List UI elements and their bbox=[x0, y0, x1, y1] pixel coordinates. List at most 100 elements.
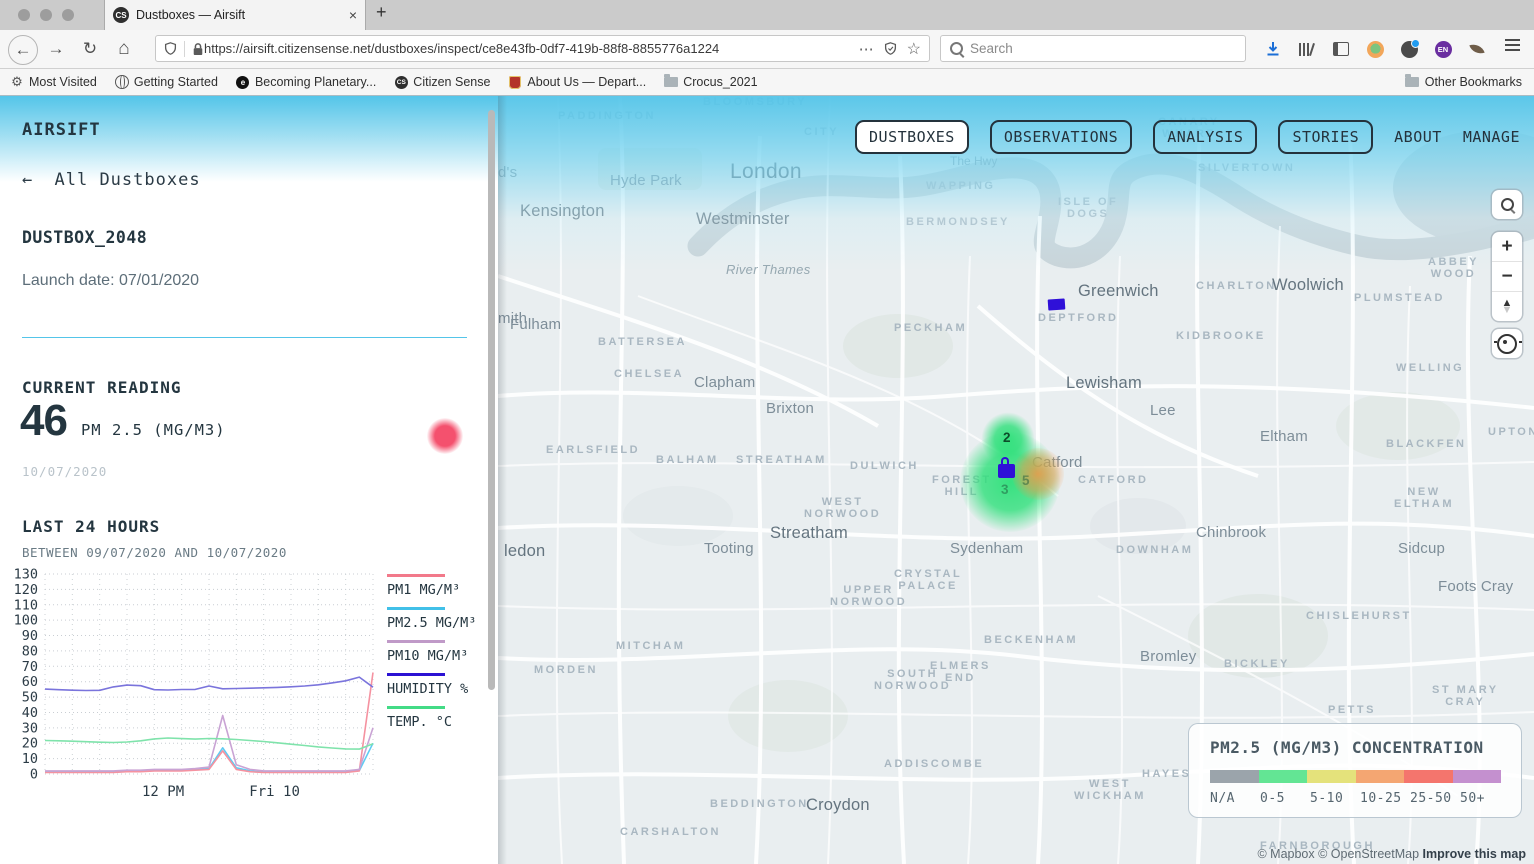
map-label: BECKENHAM bbox=[984, 634, 1078, 646]
current-reading-heading: CURRENT READING bbox=[22, 378, 182, 397]
account-icon[interactable] bbox=[1400, 40, 1418, 58]
bookmark-item[interactable]: Getting Started bbox=[115, 75, 218, 89]
tracking-protection-shield-icon[interactable] bbox=[164, 41, 177, 56]
current-reading-value: 46 bbox=[20, 396, 67, 446]
window-minimize-button[interactable] bbox=[40, 9, 52, 21]
map-label: CITY bbox=[804, 126, 839, 138]
cluster-count[interactable]: 2 bbox=[1003, 430, 1011, 445]
map-label: Clapham bbox=[694, 374, 755, 391]
sidebars-icon[interactable] bbox=[1332, 40, 1350, 58]
more-options-icon[interactable]: ⋯ bbox=[859, 40, 874, 58]
nav-tab-analysis[interactable]: ANALYSIS bbox=[1153, 120, 1257, 154]
map-label: Brixton bbox=[766, 400, 814, 417]
library-icon[interactable] bbox=[1298, 40, 1316, 58]
bookmark-star-icon[interactable]: ☆ bbox=[907, 39, 921, 59]
map-label: CHISLEHURST bbox=[1306, 610, 1412, 622]
map-search-button[interactable] bbox=[1492, 190, 1522, 219]
geolocate-button[interactable] bbox=[1492, 329, 1522, 358]
zoom-out-button[interactable]: − bbox=[1492, 261, 1522, 291]
nav-tab-manage[interactable]: MANAGE bbox=[1463, 128, 1520, 146]
map-label: Kensington bbox=[520, 202, 605, 221]
back-button[interactable]: ← bbox=[8, 35, 38, 65]
map-label: ADDISCOMBE bbox=[884, 758, 984, 770]
window-close-button[interactable] bbox=[18, 9, 30, 21]
sidebar-scrollbar[interactable] bbox=[488, 110, 495, 690]
date-range-subtitle: BETWEEN 09/07/2020 AND 10/07/2020 bbox=[22, 545, 287, 560]
legend-color-scale bbox=[1210, 770, 1501, 783]
permissions-shield-icon[interactable] bbox=[884, 41, 897, 56]
dustbox-sidebar: AIRSIFT ← All Dustboxes DUSTBOX_2048 Lau… bbox=[0, 96, 498, 864]
legend-swatch bbox=[387, 706, 445, 709]
new-tab-button[interactable]: + bbox=[376, 2, 387, 23]
bookmark-item[interactable]: About Us — Depart... bbox=[508, 75, 646, 89]
site-favicon: CS bbox=[113, 7, 129, 23]
map-label: DEPTFORD bbox=[1038, 312, 1119, 324]
map-label: HAYES bbox=[1142, 768, 1191, 780]
map-label: CARSHALTON bbox=[620, 826, 721, 838]
legend-title: PM2.5 (MG/M3) CONCENTRATION bbox=[1210, 738, 1500, 757]
map-label: ST MARY CRAY bbox=[1432, 684, 1499, 708]
map-label: DULWICH bbox=[850, 460, 919, 472]
zoom-in-button[interactable]: + bbox=[1492, 232, 1522, 261]
nav-tab-stories[interactable]: STORIES bbox=[1278, 120, 1373, 154]
browser-tab[interactable]: CS Dustboxes — Airsift × bbox=[104, 0, 366, 30]
url-bar[interactable]: https://airsift.citizensense.net/dustbox… bbox=[155, 35, 930, 62]
map-label: BALHAM bbox=[656, 454, 719, 466]
legend-bin-labels: N/A0-55-1010-2525-5050+ bbox=[1210, 791, 1510, 806]
app-logo[interactable]: AIRSIFT bbox=[22, 120, 101, 140]
svg-text:130: 130 bbox=[14, 567, 38, 583]
compass-button[interactable]: ▲▼ bbox=[1492, 291, 1522, 321]
map-label: KIDBROOKE bbox=[1176, 330, 1266, 342]
home-button[interactable]: ⌂ bbox=[110, 35, 138, 63]
svg-text:120: 120 bbox=[14, 582, 38, 598]
extension-feather-icon[interactable] bbox=[1468, 40, 1486, 58]
legend-segment bbox=[1307, 770, 1356, 783]
refresh-button[interactable]: ↻ bbox=[76, 35, 104, 63]
map-label: ledon bbox=[504, 542, 545, 561]
svg-text:70: 70 bbox=[22, 659, 38, 675]
folder-icon bbox=[1405, 75, 1419, 89]
map-canvas[interactable]: PADDINGTONBLOOMSBURYCITYThe HwyWAPPINGCA… bbox=[498, 96, 1534, 864]
forward-button[interactable]: → bbox=[42, 35, 70, 63]
nav-tab-observations[interactable]: OBSERVATIONS bbox=[990, 120, 1132, 154]
search-bar[interactable]: Search bbox=[940, 35, 1246, 62]
dustbox-marker[interactable] bbox=[1048, 298, 1066, 310]
map-label: Sidcup bbox=[1398, 540, 1445, 557]
legend-segment bbox=[1259, 770, 1308, 783]
downloads-icon[interactable] bbox=[1264, 40, 1282, 58]
url-text[interactable]: https://airsift.citizensense.net/dustbox… bbox=[204, 41, 859, 56]
legend-swatch bbox=[387, 574, 445, 577]
nav-tab-dustboxes[interactable]: DUSTBOXES bbox=[855, 120, 969, 154]
svg-text:50: 50 bbox=[22, 690, 38, 706]
map-label: River Thames bbox=[726, 262, 811, 277]
bookmark-item[interactable]: CSCitizen Sense bbox=[394, 75, 490, 89]
map-label: BATTERSEA bbox=[598, 336, 687, 348]
close-tab-icon[interactable]: × bbox=[349, 7, 357, 23]
menu-icon[interactable] bbox=[1505, 39, 1520, 51]
map-label: Foots Cray bbox=[1438, 578, 1513, 595]
nav-tab-about[interactable]: ABOUT bbox=[1394, 128, 1442, 146]
launch-date: Launch date: 07/01/2020 bbox=[22, 272, 199, 290]
improve-map-link[interactable]: Improve this map bbox=[1423, 847, 1527, 861]
folder-icon bbox=[664, 75, 678, 89]
extension-en-icon[interactable]: EN bbox=[1434, 40, 1452, 58]
bookmark-item[interactable]: eBecoming Planetary... bbox=[236, 75, 376, 89]
map-label: Tooting bbox=[704, 540, 754, 557]
chart-legend-entry: HUMIDITY % bbox=[387, 673, 487, 697]
svg-text:110: 110 bbox=[14, 597, 38, 613]
svg-text:12 PM: 12 PM bbox=[142, 784, 184, 800]
selected-dustbox-marker[interactable] bbox=[998, 464, 1015, 478]
other-bookmarks-folder[interactable]: Other Bookmarks bbox=[1405, 75, 1522, 89]
chart-legend-entry: PM2.5 MG/M³ bbox=[387, 607, 487, 631]
map-label: Bromley bbox=[1140, 648, 1196, 665]
back-arrow-icon: ← bbox=[22, 170, 33, 190]
map-label: EARLSFIELD bbox=[546, 444, 640, 456]
all-dustboxes-back-link[interactable]: ← All Dustboxes bbox=[22, 170, 201, 190]
svg-text:100: 100 bbox=[14, 613, 38, 629]
map-label: STREATHAM bbox=[736, 454, 827, 466]
bookmark-item[interactable]: Crocus_2021 bbox=[664, 75, 757, 89]
extension-globe-icon[interactable] bbox=[1366, 40, 1384, 58]
window-zoom-button[interactable] bbox=[62, 9, 74, 21]
bookmark-item[interactable]: ⚙Most Visited bbox=[10, 75, 97, 89]
map-label: Fulham bbox=[510, 316, 561, 333]
